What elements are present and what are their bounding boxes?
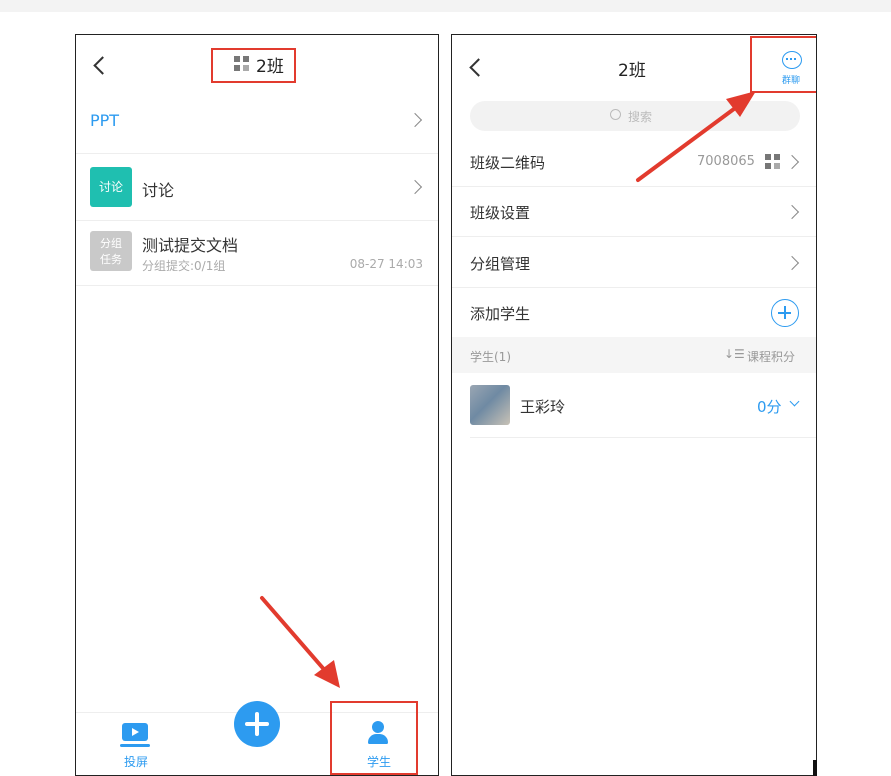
add-student-label: 添加学生 (470, 305, 531, 323)
highlight-box-students-tab (330, 701, 418, 775)
edge-mark (813, 760, 817, 776)
divider (76, 153, 438, 154)
sort-label[interactable]: 课程积分 (747, 348, 795, 365)
task-title[interactable]: 测试提交文档 (142, 232, 238, 256)
add-student-button[interactable] (771, 299, 799, 327)
avatar (470, 385, 510, 425)
qrcode-row-label[interactable]: 班级二维码 (470, 152, 545, 173)
red-arrow-annotation (636, 91, 756, 182)
students-header: 学生(1) ↓☰ 课程积分 (452, 337, 816, 373)
back-icon[interactable] (469, 58, 488, 77)
plus-icon[interactable] (234, 701, 280, 747)
settings-row-label[interactable]: 班级设置 (470, 202, 530, 223)
students-count: 学生(1) (470, 350, 511, 364)
divider (470, 437, 816, 438)
chevron-right-icon (407, 112, 423, 128)
group-task-icon-text-2: 任务 (100, 253, 122, 266)
group-row-label[interactable]: 分组管理 (470, 253, 530, 274)
chevron-down-icon[interactable] (789, 396, 800, 407)
screen-cast-icon (122, 723, 148, 741)
chevron-right-icon (784, 255, 800, 271)
divider (452, 287, 816, 288)
discussion-row-label[interactable]: 讨论 (142, 177, 174, 201)
ppt-row-label[interactable]: PPT (90, 111, 119, 130)
top-strip (0, 0, 891, 12)
student-name[interactable]: 王彩玲 (520, 396, 565, 417)
class-title: 2班 (618, 61, 646, 81)
task-subtitle: 分组提交:0/1组 (142, 259, 226, 273)
search-icon (610, 109, 621, 120)
chevron-right-icon (784, 204, 800, 220)
group-task-icon: 分组 任务 (90, 231, 132, 271)
sort-icon[interactable]: ↓☰ (724, 347, 745, 361)
discussion-icon: 讨论 (90, 167, 132, 207)
tab-screen-cast-label: 投屏 (124, 755, 149, 769)
class-activity-screen: 2班 PPT 讨论 讨论 分组 任务 测试提交文档 分组提交:0/1组 08-2… (75, 34, 439, 776)
divider (76, 285, 438, 286)
red-arrow-annotation (260, 596, 340, 688)
task-time: 08-27 14:03 (349, 257, 423, 271)
chevron-right-icon (784, 154, 800, 170)
divider (452, 236, 816, 237)
back-icon[interactable] (93, 56, 112, 75)
highlight-box-class-title (211, 48, 296, 83)
divider (76, 220, 438, 221)
student-score[interactable]: 0分 (757, 396, 782, 417)
chevron-right-icon (407, 179, 423, 195)
group-task-icon-text-1: 分组 (100, 237, 122, 250)
